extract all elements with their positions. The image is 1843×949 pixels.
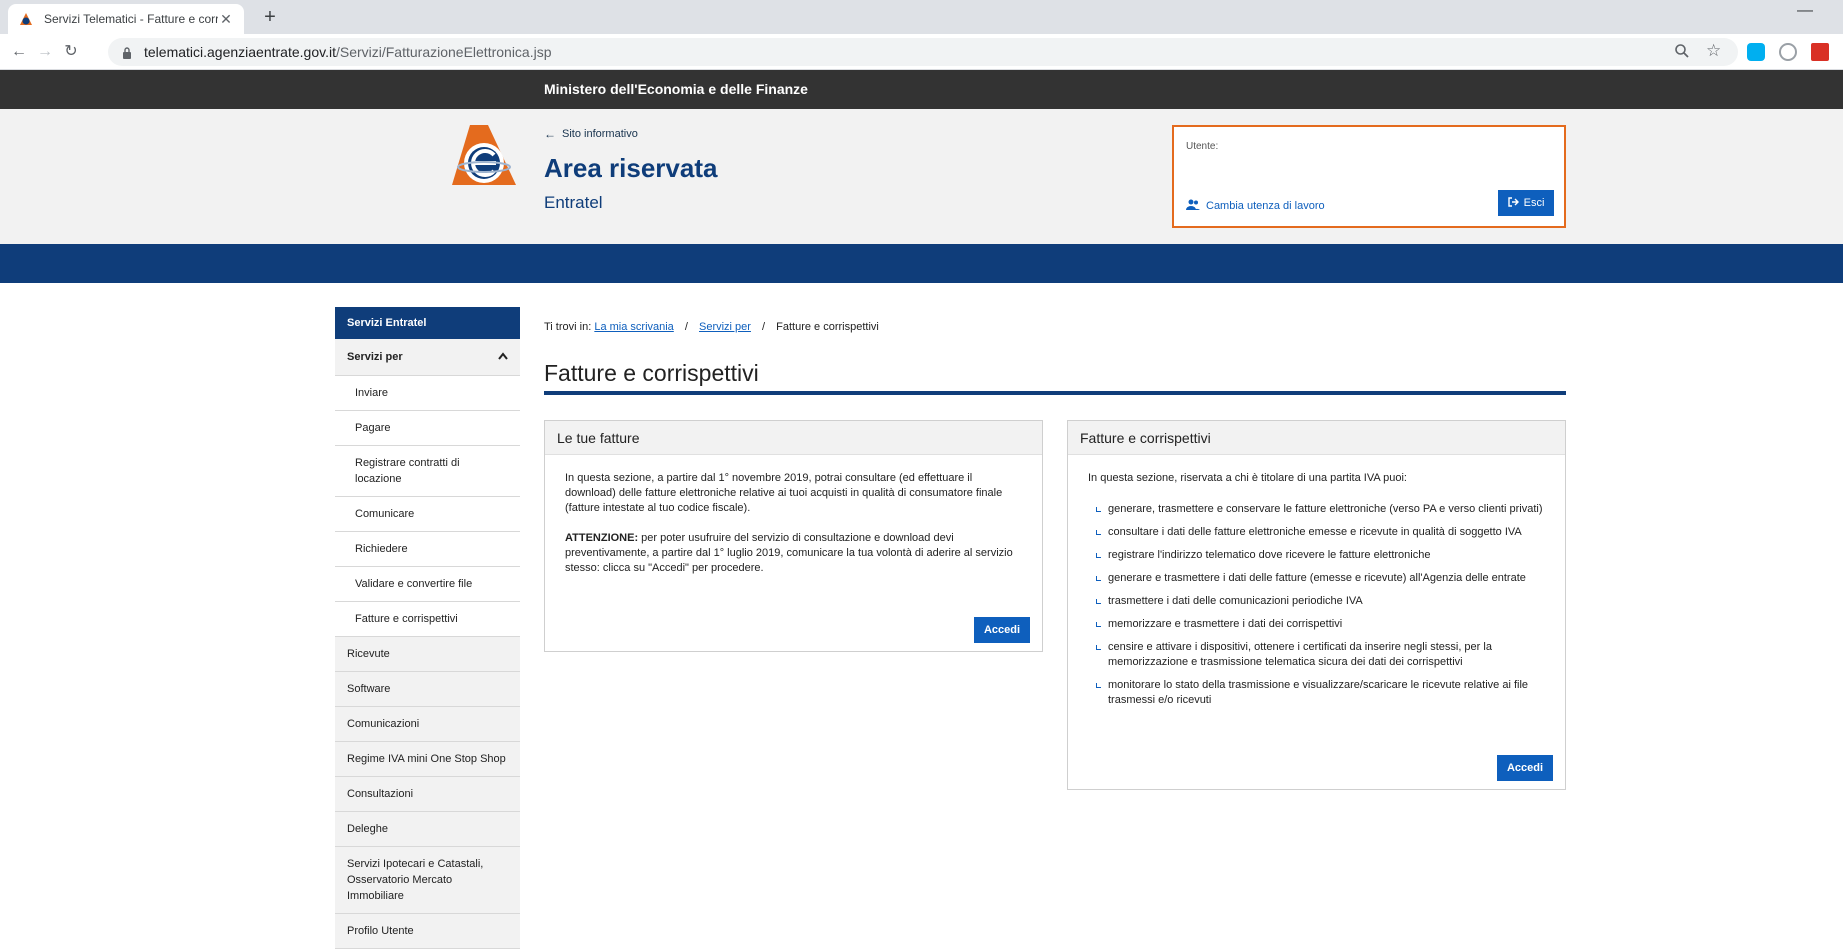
page-title: Fatture e corrispettivi — [544, 360, 759, 386]
sidebar-heading: Servizi Entratel — [335, 307, 520, 339]
sidebar-item-regime-iva[interactable]: Regime IVA mini One Stop Shop — [335, 742, 520, 777]
list-item: trasmettere i dati delle comunicazioni p… — [1088, 594, 1545, 609]
sidebar-subitem-pagare[interactable]: Pagare — [335, 411, 520, 446]
breadcrumb: Ti trovi in: La mia scrivania / Servizi … — [544, 321, 879, 333]
browser-tab[interactable]: Servizi Telematici - Fatture e corr ✕ — [8, 4, 244, 34]
breadcrumb-link-scrivania[interactable]: La mia scrivania — [594, 321, 673, 333]
accedi-button-fatture-corrispettivi[interactable]: Accedi — [1497, 755, 1553, 781]
list-item: monitorare lo stato della trasmissione e… — [1088, 678, 1545, 708]
arrow-left-icon: ← — [544, 127, 556, 141]
agenzia-favicon-icon — [18, 11, 34, 27]
sidebar-item-comunicazioni[interactable]: Comunicazioni — [335, 707, 520, 742]
list-item: registrare l'indirizzo telematico dove r… — [1088, 548, 1545, 563]
new-tab-button[interactable]: + — [258, 5, 282, 29]
extension-icon[interactable] — [1779, 43, 1797, 61]
sidebar-item-ricevute[interactable]: Ricevute — [335, 637, 520, 672]
attention-label: ATTENZIONE: — [565, 532, 639, 544]
user-label: Utente: — [1186, 141, 1219, 152]
sidebar-item-deleghe[interactable]: Deleghe — [335, 812, 520, 847]
agenzia-entrate-logo — [448, 123, 520, 189]
sidebar-item-software[interactable]: Software — [335, 672, 520, 707]
back-arrow-icon[interactable]: ← — [8, 41, 30, 63]
card-le-tue-fatture: Le tue fatture In questa sezione, a part… — [544, 420, 1043, 652]
lock-icon — [122, 46, 132, 59]
users-icon — [1186, 199, 1200, 213]
forward-arrow-icon[interactable]: → — [34, 41, 56, 63]
minimize-window-button[interactable]: — — [1797, 2, 1813, 20]
ministry-name: Ministero dell'Economia e delle Finanze — [544, 81, 808, 97]
sidebar-nav: Servizi Entratel Servizi per Inviare Pag… — [335, 307, 520, 949]
url-input[interactable]: telematici.agenziaentrate.gov.it /Serviz… — [108, 38, 1738, 66]
url-path: /Servizi/FatturazioneElettronica.jsp — [335, 44, 552, 60]
sidebar-subitem-comunicare[interactable]: Comunicare — [335, 497, 520, 532]
change-user-label: Cambia utenza di lavoro — [1206, 200, 1325, 212]
reload-icon[interactable]: ↻ — [60, 41, 82, 63]
sito-informativo-link[interactable]: ← Sito informativo — [544, 127, 638, 141]
ministry-bar: Ministero dell'Economia e delle Finanze — [0, 70, 1843, 109]
card-fatture-corrispettivi: Fatture e corrispettivi In questa sezion… — [1067, 420, 1566, 790]
card-title: Le tue fatture — [545, 421, 1042, 455]
sidebar-subitem-inviare[interactable]: Inviare — [335, 376, 520, 411]
sidebar-subitem-richiedere[interactable]: Richiedere — [335, 532, 520, 567]
change-user-link[interactable]: Cambia utenza di lavoro — [1186, 199, 1325, 213]
feature-list: generare, trasmettere e conservare le fa… — [1088, 502, 1545, 708]
sidebar-item-consultazioni[interactable]: Consultazioni — [335, 777, 520, 812]
user-box: Utente: Cambia utenza di lavoro Esci — [1172, 125, 1566, 228]
skype-extension-icon[interactable] — [1747, 43, 1765, 61]
sidebar-item-servizi-ipotecari[interactable]: Servizi Ipotecari e Catastali, Osservato… — [335, 847, 520, 914]
page-area-subtitle: Entratel — [544, 193, 603, 212]
pdf-extension-icon[interactable] — [1811, 43, 1829, 61]
list-item: censire e attivare i dispositivi, ottene… — [1088, 640, 1545, 670]
card-paragraph: In questa sezione, a partire dal 1° nove… — [565, 472, 1003, 514]
accedi-button-le-tue-fatture[interactable]: Accedi — [974, 617, 1030, 643]
list-item: consultare i dati delle fatture elettron… — [1088, 525, 1545, 540]
breadcrumb-prefix: Ti trovi in: — [544, 321, 592, 333]
logout-label: Esci — [1523, 197, 1545, 209]
sign-out-icon — [1507, 196, 1519, 210]
browser-tab-bar: Servizi Telematici - Fatture e corr ✕ + … — [0, 0, 1843, 34]
sidebar-subitem-validare[interactable]: Validare e convertire file — [335, 567, 520, 602]
list-item: memorizzare e trasmettere i dati dei cor… — [1088, 617, 1545, 632]
blue-band — [0, 244, 1843, 283]
list-item: generare e trasmettere i dati delle fatt… — [1088, 571, 1545, 586]
chevron-up-icon — [498, 349, 508, 365]
logout-button[interactable]: Esci — [1498, 190, 1554, 216]
back-link-label: Sito informativo — [562, 128, 638, 140]
card-attention: ATTENZIONE: per poter usufruire del serv… — [565, 531, 1022, 576]
sidebar-item-servizi-per[interactable]: Servizi per — [335, 339, 520, 376]
card-title: Fatture e corrispettivi — [1068, 421, 1565, 455]
url-host: telematici.agenziaentrate.gov.it — [144, 44, 336, 60]
card-body: In questa sezione, riservata a chi è tit… — [1068, 455, 1565, 732]
title-divider — [544, 391, 1566, 395]
sidebar-item-label: Servizi per — [347, 351, 403, 363]
sidebar-subitem-registrare[interactable]: Registrare contratti di locazione — [335, 446, 520, 497]
close-tab-icon[interactable]: ✕ — [218, 11, 234, 28]
sidebar-item-profilo-utente[interactable]: Profilo Utente — [335, 914, 520, 949]
sidebar-subitem-fatture[interactable]: Fatture e corrispettivi — [335, 602, 520, 637]
address-bar-row: ← → ↻ telematici.agenziaentrate.gov.it /… — [0, 34, 1843, 70]
card-intro: In questa sezione, riservata a chi è tit… — [1088, 472, 1407, 484]
breadcrumb-link-servizi-per[interactable]: Servizi per — [699, 321, 751, 333]
list-item: generare, trasmettere e conservare le fa… — [1088, 502, 1545, 517]
tab-title: Servizi Telematici - Fatture e corr — [44, 12, 218, 26]
bookmark-star-icon[interactable]: ☆ — [1706, 41, 1721, 61]
card-body: In questa sezione, a partire dal 1° nove… — [545, 455, 1042, 592]
breadcrumb-current: Fatture e corrispettivi — [776, 321, 879, 333]
page-area-title: Area riservata — [544, 153, 718, 183]
site-header: ← Sito informativo Area riservata Entrat… — [0, 109, 1843, 244]
zoom-icon[interactable] — [1674, 43, 1690, 64]
